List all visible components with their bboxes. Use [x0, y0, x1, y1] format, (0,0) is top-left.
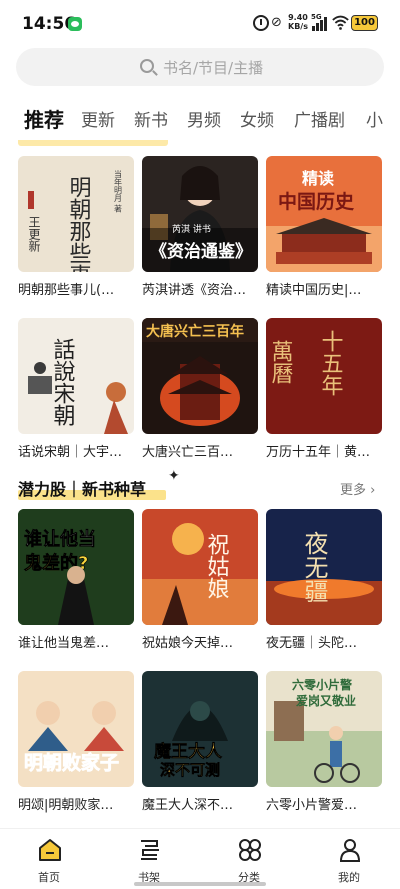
book-title: 谁让他当鬼差…: [18, 636, 110, 651]
svg-text:谁让他当: 谁让他当: [24, 528, 96, 550]
book-title: 话说宋朝｜大宇…: [18, 445, 123, 460]
home-icon: [39, 839, 61, 861]
mute-icon: ⊘: [271, 15, 282, 30]
svg-text:深不可测: 深不可测: [160, 761, 220, 779]
profile-icon: [339, 839, 361, 862]
signal-icon: 5G: [311, 13, 329, 31]
battery-indicator: 100: [351, 15, 378, 31]
feed: 明朝那些事儿 当年明月 著 王更新 明朝那些事儿(… 芮淇 讲书 《资治通鉴》 …: [0, 140, 400, 828]
more-link[interactable]: 更多 ›: [340, 479, 375, 498]
svg-text:大唐兴亡三百年: 大唐兴亡三百年: [146, 323, 244, 340]
book-cover: 大唐兴亡三百年: [142, 318, 258, 434]
book-cover: 谁让他当 鬼差的?: [18, 509, 134, 625]
svg-text:夜无疆: 夜无疆: [300, 531, 328, 603]
home-indicator: [134, 882, 266, 886]
sparkle-icon: ✦: [168, 468, 180, 484]
bookshelf-icon: [141, 840, 159, 860]
network-speed: 9.40 KB/s: [288, 13, 308, 31]
wechat-notification-icon: [68, 17, 82, 31]
search-icon: [140, 59, 154, 73]
book-title: 祝姑娘今天掉…: [142, 636, 234, 651]
category-tabs: 推荐 更新 新书 男频 女频 广播剧 小: [0, 100, 400, 138]
svg-text:明朝那些事儿: 明朝那些事儿: [66, 176, 92, 272]
tab-male[interactable]: 男频: [187, 106, 221, 131]
book-title: 芮淇讲透《资治…: [142, 283, 247, 298]
categories-icon: [239, 839, 261, 861]
status-bar: 14:56 ⊘ 9.40 KB/s 5G 100: [0, 0, 400, 46]
svg-text:王更新: 王更新: [27, 216, 41, 252]
book-cover: 明朝那些事儿 当年明月 著 王更新: [18, 156, 134, 272]
svg-text:芮淇 讲书: 芮淇 讲书: [172, 223, 211, 235]
section-highlight: [18, 140, 168, 146]
book-title: 大唐兴亡三百…: [142, 445, 234, 460]
book-cover: 精读 中国历史: [266, 156, 382, 272]
book-title: 魔王大人深不…: [142, 798, 234, 813]
book-title: 六零小片警爱…: [266, 798, 358, 813]
book-cover: 六零小片警 爱岗又敬业: [266, 671, 382, 787]
book-cover: 話說宋朝: [18, 318, 134, 434]
book-cover: 明朝败家子: [18, 671, 134, 787]
svg-text:十五年: 十五年: [318, 330, 343, 396]
bottom-nav: 首页 书架 分类 我的: [0, 828, 400, 889]
svg-text:明朝败家子: 明朝败家子: [24, 751, 119, 774]
svg-text:話說宋朝: 話說宋朝: [50, 338, 76, 426]
svg-text:精读: 精读: [302, 169, 334, 188]
tab-new-books[interactable]: 新书: [134, 106, 168, 131]
book-title: 明朝那些事儿(…: [18, 283, 115, 298]
svg-text:魔王大人: 魔王大人: [154, 741, 223, 762]
alarm-icon: [253, 15, 269, 31]
tab-more[interactable]: 小: [366, 106, 383, 131]
search-placeholder: 书名/节目/主播: [163, 59, 264, 77]
svg-text:爱岗又敬业: 爱岗又敬业: [296, 693, 356, 708]
wifi-icon: [332, 15, 349, 30]
svg-text:祝姑娘: 祝姑娘: [204, 533, 230, 599]
svg-text:六零小片警: 六零小片警: [292, 677, 352, 692]
book-cover: 芮淇 讲书 《资治通鉴》: [142, 156, 258, 272]
book-title: 万历十五年｜黄…: [266, 445, 371, 460]
book-cover: 魔王大人 深不可测: [142, 671, 258, 787]
book-cover: 萬曆 十五年: [266, 318, 382, 434]
svg-text:《资治通鉴》: 《资治通鉴》: [150, 241, 252, 262]
svg-text:当年明月 著: 当年明月 著: [114, 169, 123, 214]
book-cover: 夜无疆: [266, 509, 382, 625]
tab-female[interactable]: 女频: [240, 106, 274, 131]
section-title: 潜力股｜新书种草: [18, 476, 166, 502]
tab-radio-drama[interactable]: 广播剧: [294, 106, 345, 131]
tab-updates[interactable]: 更新: [81, 106, 115, 131]
book-title: 夜无疆｜头陀…: [266, 636, 358, 651]
book-title: 明颂|明朝败家…: [18, 798, 114, 813]
svg-text:中国历史: 中国历史: [278, 190, 355, 213]
book-cover: 祝姑娘: [142, 509, 258, 625]
tab-recommend[interactable]: 推荐: [24, 104, 64, 133]
book-title: 精读中国历史|…: [266, 283, 362, 298]
search-bar[interactable]: 书名/节目/主播: [16, 48, 384, 86]
svg-text:萬曆: 萬曆: [268, 340, 294, 384]
